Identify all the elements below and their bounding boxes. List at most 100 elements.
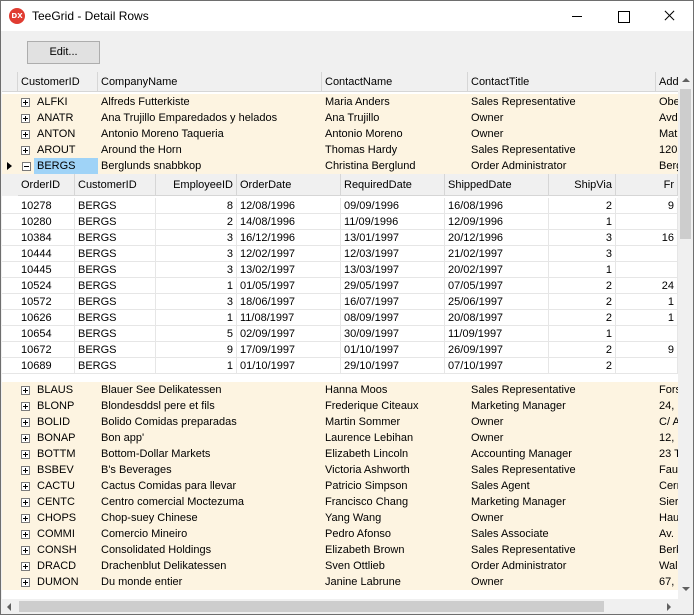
column-header-contactname[interactable]: ContactName [322, 72, 468, 92]
scroll-right-icon[interactable] [667, 603, 671, 611]
column-header-customerid[interactable]: CustomerID [18, 72, 98, 92]
expand-icon[interactable] [21, 498, 30, 507]
cell-id: ANATR [37, 112, 74, 124]
edit-button[interactable]: Edit... [27, 41, 100, 64]
master-row[interactable]: BOTTM Bottom-Dollar Markets Elizabeth Linc… [2, 446, 678, 462]
master-row[interactable]: ANTON Antonio Moreno Taqueria Antonio More… [2, 126, 678, 142]
detail-cell-cust: BERGS [75, 326, 156, 342]
detail-row[interactable]: 10384 BERGS 3 16/12/1996 13/01/1997 20/12/199… [2, 230, 678, 246]
detail-row[interactable]: 10524 BERGS 1 01/05/1997 29/05/1997 07/05/199… [2, 278, 678, 294]
detail-column-header-fr[interactable]: Fr [616, 174, 678, 196]
cell-addr: Berk [659, 544, 678, 556]
expand-icon[interactable] [21, 386, 30, 395]
detail-cell-emp: 2 [156, 214, 237, 230]
scroll-left-icon[interactable] [7, 603, 11, 611]
master-row[interactable]: BSBEV B's Beverages Victoria Ashworth Sales… [2, 462, 678, 478]
expand-icon[interactable] [21, 114, 30, 123]
master-row[interactable]: CONSH Consolidated Holdings Elizabeth Brow… [2, 542, 678, 558]
cell-title: Sales Representative [471, 544, 576, 556]
expand-icon[interactable] [21, 130, 30, 139]
detail-column-header-shipvia[interactable]: ShipVia [549, 174, 616, 196]
master-row[interactable]: DRACD Drachenblut Delikatessen Sven Ottlie… [2, 558, 678, 574]
detail-cell-order: 10278 [18, 198, 75, 214]
master-row[interactable]: ANATR Ana Trujillo Emparedados y helados A… [2, 110, 678, 126]
detail-cell-fr: 9 [616, 198, 678, 214]
detail-column-header-customerid[interactable]: CustomerID [75, 174, 156, 196]
detail-cell-via: 1 [549, 326, 616, 342]
cell-contact: Martin Sommer [325, 416, 401, 428]
column-header-contacttitle[interactable]: ContactTitle [468, 72, 656, 92]
detail-row[interactable]: 10280 BERGS 2 14/08/1996 11/09/1996 12/09/199… [2, 214, 678, 230]
scroll-up-icon[interactable] [682, 78, 690, 82]
detail-column-header-orderdate[interactable]: OrderDate [237, 174, 341, 196]
detail-cell-odate: 12/02/1997 [237, 246, 341, 262]
detail-column-header-employeeid[interactable]: EmployeeID [156, 174, 237, 196]
detail-column-header-orderid[interactable]: OrderID [18, 174, 75, 196]
vertical-scrollbar[interactable] [678, 72, 693, 599]
cell-company: Bolido Comidas preparadas [101, 416, 237, 428]
detail-row[interactable]: 10444 BERGS 3 12/02/1997 12/03/1997 21/02/199… [2, 246, 678, 262]
master-row[interactable]: BONAP Bon app' Laurence Lebihan Owner 12, [2, 430, 678, 446]
detail-cell-emp: 1 [156, 358, 237, 374]
expand-icon[interactable] [21, 530, 30, 539]
master-row[interactable]: COMMI Comercio Mineiro Pedro Afonso Sales A… [2, 526, 678, 542]
master-row[interactable]: CHOPS Chop-suey Chinese Yang Wang Owner Hau [2, 510, 678, 526]
expand-icon[interactable] [21, 562, 30, 571]
master-row[interactable]: AROUT Around the Horn Thomas Hardy Sales Re… [2, 142, 678, 158]
detail-row[interactable]: 10672 BERGS 9 17/09/1997 01/10/1997 26/09/199… [2, 342, 678, 358]
master-row[interactable]: CACTU Cactus Comidas para llevar Patricio … [2, 478, 678, 494]
tee-grid[interactable]: CustomerID CompanyName ContactName ContactT… [2, 72, 678, 599]
detail-row[interactable]: 10654 BERGS 5 02/09/1997 30/09/1997 11/09/199… [2, 326, 678, 342]
expand-icon[interactable] [21, 514, 30, 523]
detail-row[interactable]: 10572 BERGS 3 18/06/1997 16/07/1997 25/06/199… [2, 294, 678, 310]
expand-icon[interactable] [21, 434, 30, 443]
expand-icon[interactable] [21, 482, 30, 491]
minimize-button[interactable] [554, 1, 600, 31]
detail-row[interactable]: 10689 BERGS 1 01/10/1997 29/10/1997 07/10/199… [2, 358, 678, 374]
detail-column-header-shippeddate[interactable]: ShippedDate [445, 174, 549, 196]
detail-cell-cust: BERGS [75, 358, 156, 374]
detail-cell-emp: 3 [156, 294, 237, 310]
devexpress-logo-icon: DX [9, 8, 25, 24]
expand-icon[interactable] [21, 578, 30, 587]
master-row[interactable]: BERGS Berglunds snabbkop Christina Berglun… [2, 158, 678, 174]
close-button[interactable] [646, 1, 692, 31]
vertical-scroll-thumb[interactable] [680, 89, 691, 239]
column-header-add[interactable]: Add [656, 72, 678, 92]
expand-icon[interactable] [21, 98, 30, 107]
master-row[interactable]: BOLID Bolido Comidas preparadas Martin Som… [2, 414, 678, 430]
cell-contact: Ana Trujillo [325, 112, 380, 124]
master-row[interactable]: ALFKI Alfreds Futterkiste Maria Anders Sale… [2, 94, 678, 110]
master-row[interactable]: BLAUS Blauer See Delikatessen Hanna Moos Sa… [2, 382, 678, 398]
detail-cell-fr [616, 262, 678, 278]
detail-cell-via: 2 [549, 278, 616, 294]
horizontal-scroll-thumb[interactable] [19, 601, 604, 612]
expand-icon[interactable] [21, 546, 30, 555]
detail-column-header-requireddate[interactable]: RequiredDate [341, 174, 445, 196]
master-row[interactable]: BLONP Blondesddsl pere et fils Frederique … [2, 398, 678, 414]
detail-row[interactable]: 10278 BERGS 8 12/08/1996 09/09/1996 16/08/199… [2, 198, 678, 214]
master-row[interactable]: DUMON Du monde entier Janine Labrune Owner 6… [2, 574, 678, 590]
horizontal-scrollbar[interactable] [2, 599, 678, 614]
cell-addr: Fors [659, 384, 678, 396]
maximize-button[interactable] [600, 1, 646, 31]
scroll-down-icon[interactable] [682, 587, 690, 591]
window-title: TeeGrid - Detail Rows [32, 9, 149, 23]
collapse-icon[interactable] [22, 162, 31, 171]
expand-icon[interactable] [21, 402, 30, 411]
cell-contact: Maria Anders [325, 96, 390, 108]
column-header-companyname[interactable]: CompanyName [98, 72, 322, 92]
expand-icon[interactable] [21, 418, 30, 427]
detail-cell-odate: 12/08/1996 [237, 198, 341, 214]
expand-icon[interactable] [21, 146, 30, 155]
cell-company: Drachenblut Delikatessen [101, 560, 227, 572]
master-row[interactable]: CENTC Centro comercial Moctezuma Francisco… [2, 494, 678, 510]
expand-icon[interactable] [21, 466, 30, 475]
detail-row[interactable]: 10445 BERGS 3 13/02/1997 13/03/1997 20/02/199… [2, 262, 678, 278]
title-bar[interactable]: DX TeeGrid - Detail Rows [1, 1, 693, 31]
detail-row[interactable]: 10626 BERGS 1 11/08/1997 08/09/1997 20/08/199… [2, 310, 678, 326]
detail-cell-sdate: 26/09/1997 [445, 342, 549, 358]
expand-icon[interactable] [21, 450, 30, 459]
cell-id: COMMI [37, 528, 75, 540]
cell-title: Sales Representative [471, 96, 576, 108]
